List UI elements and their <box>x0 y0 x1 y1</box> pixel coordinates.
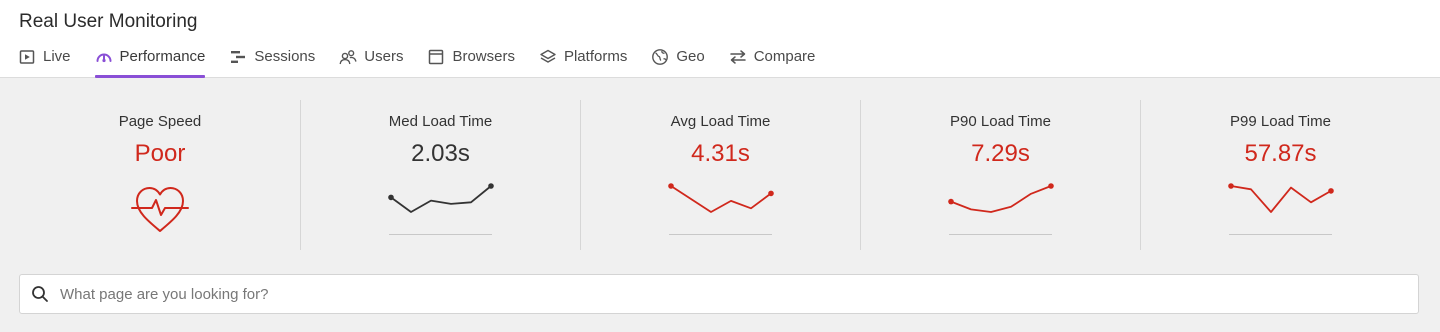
metric-label: Page Speed <box>118 113 202 130</box>
search-bar[interactable] <box>19 274 1419 314</box>
tab-label: Users <box>364 48 404 65</box>
sparkline <box>668 183 774 213</box>
tab-label: Geo <box>676 48 705 65</box>
tab-label: Live <box>43 48 71 65</box>
metric-p90-load-time[interactable]: P90 Load Time 7.29s <box>860 100 1140 250</box>
layers-icon <box>539 48 557 66</box>
sparkline-end-point <box>768 190 774 197</box>
metrics-panel: Page Speed Poor Med Load Time 2.03s Avg … <box>20 100 1420 250</box>
sparkline-start-point <box>948 198 954 205</box>
sparkline-line <box>390 185 492 213</box>
tab-label: Browsers <box>452 48 515 65</box>
metric-value: 4.31s <box>691 140 750 167</box>
sparkline <box>948 183 1054 213</box>
search-icon <box>31 285 49 303</box>
tab-live[interactable]: Live <box>18 44 71 78</box>
sparkline-baseline <box>1229 234 1332 235</box>
sparkline-line <box>950 185 1052 213</box>
tab-browsers[interactable]: Browsers <box>427 44 515 78</box>
metric-value: 7.29s <box>971 140 1030 167</box>
page-title: Real User Monitoring <box>19 11 198 32</box>
metric-avg-load-time[interactable]: Avg Load Time 4.31s <box>580 100 860 250</box>
tab-sessions[interactable]: Sessions <box>229 44 315 78</box>
metric-value: 2.03s <box>411 140 470 167</box>
tab-users[interactable]: Users <box>339 44 403 78</box>
tab-bar: Live Performance Sessions Users Browsers <box>18 44 839 78</box>
header: Real User Monitoring Live Performance Se… <box>0 0 1440 78</box>
search-input[interactable] <box>60 279 1360 309</box>
tab-label: Performance <box>119 48 206 65</box>
sessions-bars-icon <box>229 48 247 66</box>
sparkline-start-point <box>388 194 394 201</box>
metric-label: Med Load Time <box>388 113 493 130</box>
metric-label: Avg Load Time <box>670 113 771 130</box>
metric-label: P99 Load Time <box>1230 113 1331 130</box>
sparkline-end-point <box>1048 183 1054 189</box>
tab-performance[interactable]: Performance <box>94 44 206 78</box>
globe-icon <box>651 48 669 66</box>
metric-page-speed[interactable]: Page Speed Poor <box>20 100 300 250</box>
heart-pulse-icon <box>131 187 189 232</box>
play-box-icon <box>18 48 36 66</box>
tab-platforms[interactable]: Platforms <box>539 44 627 78</box>
tab-geo[interactable]: Geo <box>651 44 705 78</box>
metric-label: P90 Load Time <box>950 113 1051 130</box>
tab-label: Platforms <box>563 48 628 65</box>
sparkline <box>388 183 494 213</box>
users-icon <box>339 48 357 66</box>
sparkline-baseline <box>669 234 772 235</box>
sparkline <box>1228 183 1334 213</box>
sparkline-baseline <box>949 234 1052 235</box>
tab-label: Sessions <box>254 48 316 65</box>
sparkline-line <box>670 185 772 213</box>
compare-arrows-icon <box>729 48 747 66</box>
sparkline-start-point <box>668 183 674 189</box>
sparkline-end-point <box>488 183 494 189</box>
sparkline-baseline <box>389 234 492 235</box>
metric-value: Poor <box>134 140 186 167</box>
sparkline-end-point <box>1328 188 1334 194</box>
sparkline-line <box>1230 185 1332 213</box>
metric-p99-load-time[interactable]: P99 Load Time 57.87s <box>1140 100 1420 250</box>
metric-med-load-time[interactable]: Med Load Time 2.03s <box>300 100 580 250</box>
metric-value: 57.87s <box>1244 140 1317 167</box>
tab-compare[interactable]: Compare <box>729 44 816 78</box>
browser-window-icon <box>427 48 445 66</box>
gauge-icon <box>95 48 113 66</box>
sparkline-start-point <box>1228 183 1234 189</box>
tab-label: Compare <box>753 48 816 65</box>
